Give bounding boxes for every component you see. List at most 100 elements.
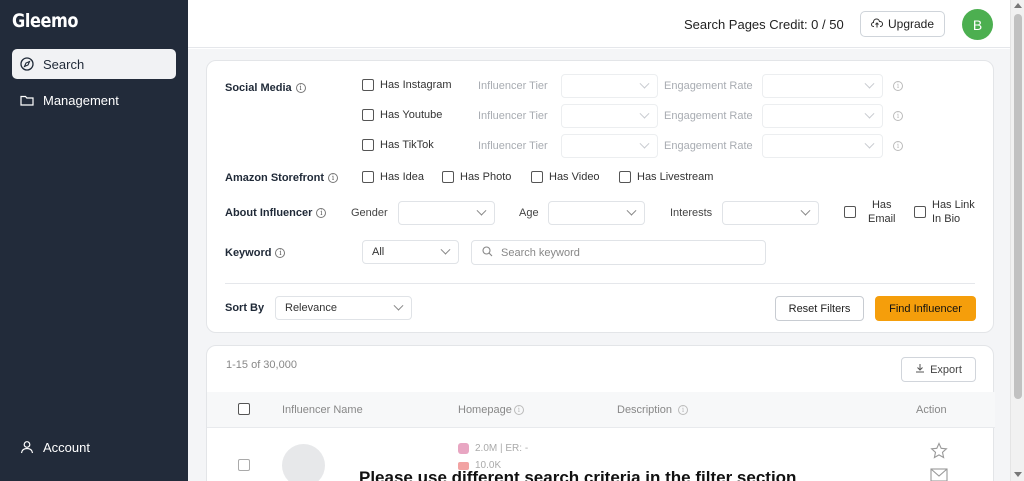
export-button[interactable]: Export (901, 357, 976, 382)
keyword-search-input[interactable]: Search keyword (471, 240, 766, 265)
has-link-in-bio-checkbox[interactable]: Has Link In Bio (914, 198, 975, 226)
keyword-scope-select[interactable]: All (362, 240, 459, 264)
scrollbar-thumb[interactable] (1014, 14, 1022, 399)
instagram-tier-select[interactable] (561, 74, 658, 98)
instagram-engagement-select[interactable] (762, 74, 883, 98)
mail-icon[interactable] (930, 468, 948, 481)
has-instagram-checkbox[interactable]: Has Instagram (362, 79, 452, 91)
engagement-rate-label: Engagement Rate (664, 80, 753, 92)
influencer-avatar (282, 444, 325, 481)
interests-label: Interests (670, 207, 713, 219)
scroll-up-icon[interactable] (1014, 3, 1022, 8)
credit-text: Search Pages Credit: 0 / 50 (684, 17, 844, 32)
empty-state-message: Please use different search criteria in … (359, 468, 797, 481)
interests-select[interactable] (722, 201, 819, 225)
youtube-tier-select[interactable] (561, 104, 658, 128)
about-influencer-label: About Influencer i (225, 207, 327, 219)
info-icon[interactable]: i (893, 141, 903, 151)
info-icon[interactable]: i (328, 173, 338, 183)
homepage-header-text: Homepage (458, 404, 512, 416)
checkbox-label: Has Photo (460, 171, 512, 183)
checkbox-label: Has Youtube (380, 109, 443, 121)
checkbox-box[interactable] (531, 171, 543, 183)
checkbox-box[interactable] (914, 206, 926, 218)
age-label: Age (519, 207, 539, 219)
star-icon[interactable] (930, 442, 948, 465)
find-influencer-button[interactable]: Find Influencer (875, 296, 976, 321)
tiktok-engagement-select[interactable] (762, 134, 883, 158)
info-icon[interactable]: i (893, 111, 903, 121)
tiktok-tier-select[interactable] (561, 134, 658, 158)
results-panel: 1-15 of 30,000 Export Influencer Name Ho… (206, 345, 995, 481)
chevron-down-icon (476, 205, 487, 216)
has-youtube-checkbox[interactable]: Has Youtube (362, 109, 442, 121)
social-media-text: Social Media (225, 82, 292, 94)
table-header: Influencer Name Homepage i Description i… (207, 392, 995, 428)
info-icon[interactable]: i (513, 405, 524, 415)
info-icon[interactable]: i (893, 81, 903, 91)
chevron-down-icon (639, 138, 650, 149)
upgrade-button[interactable]: Upgrade (860, 11, 945, 37)
checkbox-box[interactable] (362, 139, 374, 151)
result-count: 1-15 of 30,000 (226, 359, 297, 371)
checkbox-box[interactable] (442, 171, 454, 183)
keyword-text: Keyword (225, 247, 272, 259)
has-link-line1: Has Link (932, 199, 975, 211)
sidebar: Gleemo Search Management Account (0, 0, 188, 481)
checkbox-label: Has Video (549, 171, 600, 183)
checkbox-box[interactable] (362, 79, 374, 91)
user-icon (20, 440, 34, 454)
content-area: Social Media i Has Instagram Influencer … (188, 49, 1010, 481)
has-video-checkbox[interactable]: Has Video (531, 171, 600, 183)
search-icon (482, 245, 493, 260)
top-bar: Search Pages Credit: 0 / 50 Upgrade B (188, 0, 1010, 48)
scroll-down-icon[interactable] (1014, 472, 1022, 477)
sidebar-item-search[interactable]: Search (12, 49, 176, 79)
info-icon[interactable]: i (275, 248, 286, 258)
keyword-placeholder: Search keyword (501, 246, 580, 259)
engagement-rate-label: Engagement Rate (664, 140, 753, 152)
filter-panel: Social Media i Has Instagram Influencer … (206, 60, 994, 333)
divider (225, 283, 975, 284)
sidebar-item-account[interactable]: Account (12, 432, 176, 462)
influencer-tier-label: Influencer Tier (478, 140, 548, 152)
sidebar-item-label: Search (43, 56, 85, 72)
sort-by-value: Relevance (285, 302, 337, 314)
checkbox-label: Has Email (868, 198, 896, 226)
amazon-storefront-label: Amazon Storefront i (225, 172, 338, 184)
info-icon[interactable]: i (295, 83, 306, 93)
avatar[interactable]: B (962, 9, 993, 40)
info-icon[interactable]: i (316, 208, 327, 218)
info-icon[interactable]: i (678, 405, 689, 415)
has-livestream-checkbox[interactable]: Has Livestream (619, 171, 713, 183)
influencer-tier-label: Influencer Tier (478, 110, 548, 122)
download-icon (915, 363, 925, 376)
influencer-tier-label: Influencer Tier (478, 80, 548, 92)
row-checkbox[interactable] (238, 459, 250, 471)
sort-by-select[interactable]: Relevance (275, 296, 412, 320)
checkbox-label: Has TikTok (380, 139, 434, 151)
scrollbar[interactable] (1010, 0, 1024, 481)
has-email-checkbox[interactable]: Has Email (844, 198, 896, 226)
description-header-text: Description (617, 404, 673, 416)
has-link-line2: In Bio (932, 213, 961, 225)
checkbox-box[interactable] (362, 171, 374, 183)
has-tiktok-checkbox[interactable]: Has TikTok (362, 139, 434, 151)
checkbox-box[interactable] (362, 109, 374, 121)
checkbox-box[interactable] (844, 206, 856, 218)
youtube-engagement-select[interactable] (762, 104, 883, 128)
sidebar-item-management[interactable]: Management (12, 85, 176, 115)
reset-filters-button[interactable]: Reset Filters (775, 296, 864, 321)
has-email-line1: Has (871, 199, 892, 211)
checkbox-box[interactable] (619, 171, 631, 183)
has-idea-checkbox[interactable]: Has Idea (362, 171, 424, 183)
chevron-down-icon (800, 205, 811, 216)
gender-select[interactable] (398, 201, 495, 225)
has-photo-checkbox[interactable]: Has Photo (442, 171, 511, 183)
engagement-rate-label: Engagement Rate (664, 110, 753, 122)
age-select[interactable] (548, 201, 645, 225)
column-header-name: Influencer Name (282, 404, 363, 416)
select-all-checkbox[interactable] (238, 403, 250, 415)
chevron-down-icon (864, 78, 875, 89)
amazon-storefront-text: Amazon Storefront (225, 172, 324, 184)
